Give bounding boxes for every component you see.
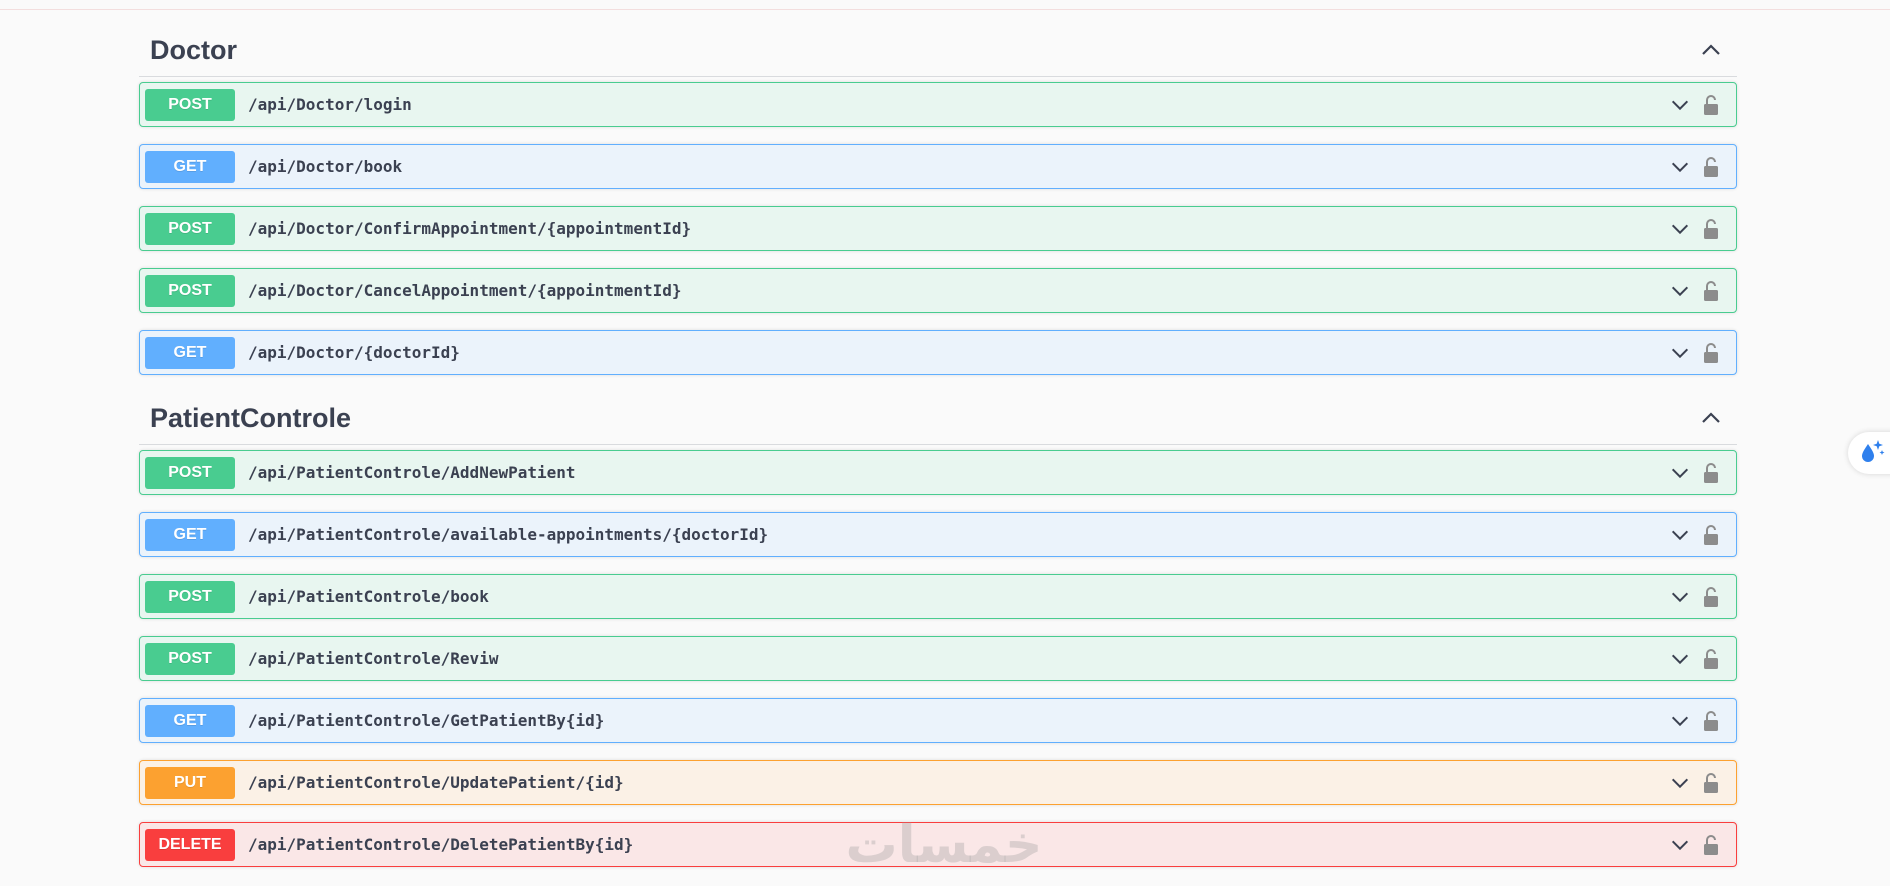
tag-title[interactable]: Doctor xyxy=(150,35,237,66)
operation-doctor-confirm-appointment[interactable]: POST /api/Doctor/ConfirmAppointment/{app… xyxy=(139,206,1737,251)
unlocked-padlock-icon[interactable] xyxy=(1700,831,1722,859)
unlocked-padlock-icon[interactable] xyxy=(1700,707,1722,735)
method-badge: POST xyxy=(145,212,235,245)
operation-path[interactable]: /api/PatientControle/Reviw xyxy=(248,649,1666,668)
method-badge: PUT xyxy=(145,766,235,799)
tag-title[interactable]: PatientControle xyxy=(150,403,351,434)
operation-path[interactable]: /api/PatientControle/available-appointme… xyxy=(248,525,1666,544)
unlocked-padlock-icon[interactable] xyxy=(1700,215,1722,243)
chevron-down-icon[interactable] xyxy=(1666,339,1694,367)
operation-path[interactable]: /api/PatientControle/DeletePatientBy{id} xyxy=(248,835,1666,854)
operation-patient-delete[interactable]: DELETE /api/PatientControle/DeletePatien… xyxy=(139,822,1737,867)
chevron-down-icon[interactable] xyxy=(1666,521,1694,549)
unlocked-padlock-icon[interactable] xyxy=(1700,521,1722,549)
chevron-down-icon[interactable] xyxy=(1666,459,1694,487)
method-badge: POST xyxy=(145,274,235,307)
tag-header-doctor[interactable]: Doctor xyxy=(139,24,1737,77)
chevron-down-icon[interactable] xyxy=(1666,769,1694,797)
operation-path[interactable]: /api/Doctor/ConfirmAppointment/{appointm… xyxy=(248,219,1666,238)
chevron-down-icon[interactable] xyxy=(1666,153,1694,181)
tag-section-patientcontrole: PatientControle POST /api/PatientControl… xyxy=(139,392,1737,867)
method-badge: GET xyxy=(145,704,235,737)
unlocked-padlock-icon[interactable] xyxy=(1700,277,1722,305)
sparkle-drop-icon xyxy=(1858,438,1886,469)
operation-patient-available-appointments[interactable]: GET /api/PatientControle/available-appoi… xyxy=(139,512,1737,557)
method-badge: GET xyxy=(145,150,235,183)
operation-doctor-book[interactable]: GET /api/Doctor/book xyxy=(139,144,1737,189)
operation-patient-review[interactable]: POST /api/PatientControle/Reviw xyxy=(139,636,1737,681)
method-badge: GET xyxy=(145,518,235,551)
unlocked-padlock-icon[interactable] xyxy=(1700,645,1722,673)
operation-path[interactable]: /api/PatientControle/book xyxy=(248,587,1666,606)
method-badge: POST xyxy=(145,642,235,675)
method-badge: GET xyxy=(145,336,235,369)
chevron-down-icon[interactable] xyxy=(1666,831,1694,859)
method-badge: POST xyxy=(145,456,235,489)
method-badge: POST xyxy=(145,580,235,613)
top-divider xyxy=(0,0,1890,10)
side-widget-button[interactable] xyxy=(1848,432,1890,474)
unlocked-padlock-icon[interactable] xyxy=(1700,91,1722,119)
chevron-down-icon[interactable] xyxy=(1666,583,1694,611)
chevron-down-icon[interactable] xyxy=(1666,91,1694,119)
chevron-down-icon[interactable] xyxy=(1666,277,1694,305)
operation-path[interactable]: /api/Doctor/login xyxy=(248,95,1666,114)
unlocked-padlock-icon[interactable] xyxy=(1700,459,1722,487)
method-badge: DELETE xyxy=(145,828,235,861)
operation-patient-add[interactable]: POST /api/PatientControle/AddNewPatient xyxy=(139,450,1737,495)
tag-header-patientcontrole[interactable]: PatientControle xyxy=(139,392,1737,445)
unlocked-padlock-icon[interactable] xyxy=(1700,153,1722,181)
operation-path[interactable]: /api/PatientControle/UpdatePatient/{id} xyxy=(248,773,1666,792)
chevron-down-icon[interactable] xyxy=(1666,215,1694,243)
operation-doctor-by-id[interactable]: GET /api/Doctor/{doctorId} xyxy=(139,330,1737,375)
operation-patient-update[interactable]: PUT /api/PatientControle/UpdatePatient/{… xyxy=(139,760,1737,805)
chevron-up-icon[interactable] xyxy=(1697,404,1725,432)
chevron-down-icon[interactable] xyxy=(1666,645,1694,673)
chevron-down-icon[interactable] xyxy=(1666,707,1694,735)
unlocked-padlock-icon[interactable] xyxy=(1700,583,1722,611)
operation-doctor-cancel-appointment[interactable]: POST /api/Doctor/CancelAppointment/{appo… xyxy=(139,268,1737,313)
operation-patient-book[interactable]: POST /api/PatientControle/book xyxy=(139,574,1737,619)
operations-container: Doctor POST /api/Doctor/login GET /api/D… xyxy=(139,24,1737,884)
operation-patient-get-by-id[interactable]: GET /api/PatientControle/GetPatientBy{id… xyxy=(139,698,1737,743)
operation-path[interactable]: /api/Doctor/book xyxy=(248,157,1666,176)
operation-path[interactable]: /api/PatientControle/GetPatientBy{id} xyxy=(248,711,1666,730)
operation-path[interactable]: /api/PatientControle/AddNewPatient xyxy=(248,463,1666,482)
operation-path[interactable]: /api/Doctor/{doctorId} xyxy=(248,343,1666,362)
unlocked-padlock-icon[interactable] xyxy=(1700,769,1722,797)
operation-doctor-login[interactable]: POST /api/Doctor/login xyxy=(139,82,1737,127)
unlocked-padlock-icon[interactable] xyxy=(1700,339,1722,367)
method-badge: POST xyxy=(145,88,235,121)
chevron-up-icon[interactable] xyxy=(1697,36,1725,64)
tag-section-doctor: Doctor POST /api/Doctor/login GET /api/D… xyxy=(139,24,1737,375)
operation-path[interactable]: /api/Doctor/CancelAppointment/{appointme… xyxy=(248,281,1666,300)
